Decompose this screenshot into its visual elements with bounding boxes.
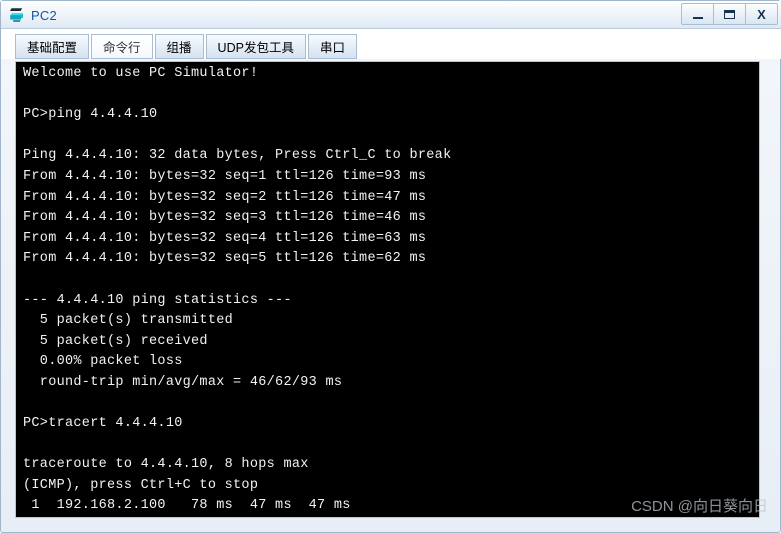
title-bar-left: PC2 [8, 4, 57, 26]
terminal-line: --- 4.4.4.10 ping statistics --- [23, 292, 292, 308]
terminal-line: From 4.4.4.10: bytes=32 seq=3 ttl=126 ti… [23, 210, 427, 226]
terminal-line: (ICMP), press Ctrl+C to stop [23, 477, 259, 493]
pc2-window: PC2 X 基础配置 命令行 组播 UDP发包工具 串口 Welcome to use … [0, 0, 781, 533]
terminal-line: Ping 4.4.4.10: 32 data bytes, Press Ctrl… [23, 148, 452, 164]
pc-computer-icon [8, 6, 26, 24]
terminal-line: From 4.4.4.10: bytes=32 seq=5 ttl=126 ti… [23, 251, 427, 267]
maximize-button[interactable] [713, 3, 746, 25]
terminal-line: Welcome to use PC Simulator! [23, 66, 259, 81]
terminal-line: traceroute to 4.4.4.10, 8 hops max [23, 457, 309, 473]
tab-label: 基础配置 [27, 41, 78, 55]
terminal-output: Welcome to use PC Simulator! PC>ping 4.4… [16, 62, 759, 518]
maximize-icon [724, 9, 735, 19]
command-line-terminal[interactable]: Welcome to use PC Simulator! PC>ping 4.4… [15, 61, 760, 518]
window-title: PC2 [31, 7, 57, 23]
tab-1[interactable]: 命令行 [91, 34, 153, 59]
window-controls: X [681, 3, 778, 27]
minimize-button[interactable] [681, 3, 714, 25]
title-bar: PC2 X [1, 1, 781, 29]
terminal-line: From 4.4.4.10: bytes=32 seq=4 ttl=126 ti… [23, 230, 427, 246]
minimize-icon [692, 16, 703, 19]
terminal-line: PC>ping 4.4.4.10 [23, 107, 158, 123]
tab-4[interactable]: 串口 [307, 34, 357, 59]
terminal-line: From 4.4.4.10: bytes=32 seq=1 ttl=126 ti… [23, 168, 427, 184]
tab-strip: 基础配置 命令行 组播 UDP发包工具 串口 [1, 29, 781, 59]
terminal-line: 2 1.1.2.2 62 ms 63 ms 78 ms [23, 517, 759, 518]
close-button[interactable]: X [745, 3, 778, 25]
terminal-line: 1 192.168.2.100 78 ms 47 ms 47 ms [23, 498, 351, 514]
terminal-line: From 4.4.4.10: bytes=32 seq=2 ttl=126 ti… [23, 189, 427, 205]
terminal-line: round-trip min/avg/max = 46/62/93 ms [23, 374, 343, 390]
tab-label: UDP发包工具 [217, 41, 294, 55]
close-icon: X [757, 6, 766, 22]
tab-3[interactable]: UDP发包工具 [205, 34, 306, 59]
tab-label: 命令行 [103, 41, 141, 55]
tab-label: 串口 [319, 41, 345, 55]
tab-2[interactable]: 组播 [154, 34, 204, 59]
tab-list: 基础配置 命令行 组播 UDP发包工具 串口 [15, 34, 359, 59]
terminal-line: 5 packet(s) received [23, 333, 208, 349]
terminal-line: 5 packet(s) transmitted [23, 313, 234, 329]
terminal-line: 0.00% packet loss [23, 354, 183, 370]
tab-0[interactable]: 基础配置 [15, 34, 90, 59]
tab-label: 组播 [166, 41, 192, 55]
terminal-line: PC>tracert 4.4.4.10 [23, 416, 183, 432]
